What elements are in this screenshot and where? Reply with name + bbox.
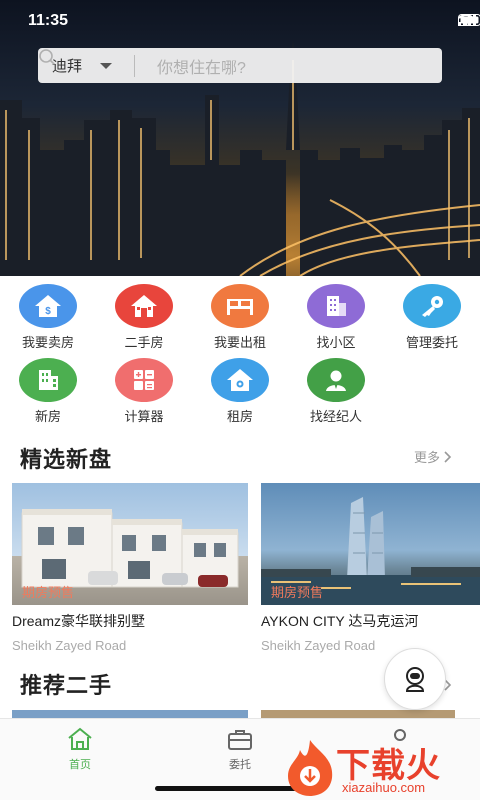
property-image: 期房预售 <box>261 483 480 605</box>
watermark-url: xiazaihuo.com <box>342 780 426 795</box>
hero-banner[interactable]: 11:35 迪拜 你想住在哪? <box>0 0 480 276</box>
quick-action-label: 我要出租 <box>213 335 266 350</box>
house-key-icon <box>115 284 173 328</box>
quick-action-rent-out[interactable]: 我要出租 <box>192 284 288 351</box>
city-label: 迪拜 <box>52 58 83 75</box>
calculator-icon <box>115 358 173 402</box>
building-icon <box>307 284 365 328</box>
quick-action-sell-house[interactable]: $ 我要卖房 <box>0 284 96 351</box>
app-screen: 11:35 迪拜 你想住在哪? $ 我要卖房 二手房 我要出租 找小区 管理委托… <box>0 0 480 800</box>
quick-action-calculator[interactable]: 计算器 <box>96 358 192 425</box>
quick-action-find-agent[interactable]: 找经纪人 <box>288 358 384 425</box>
tab-home[interactable]: 首页 <box>35 727 125 772</box>
astronaut-icon <box>405 667 425 692</box>
quick-action-rent[interactable]: 租房 <box>192 358 288 425</box>
listing-thumbnail-peek[interactable] <box>12 710 248 718</box>
battery-icon <box>458 14 480 26</box>
quick-action-label: 计算器 <box>124 409 164 424</box>
featured-section-title: 精选新盘 <box>20 447 113 472</box>
property-image: 期房预售 <box>12 483 248 605</box>
featured-more-link[interactable]: 更多 <box>414 447 452 466</box>
quick-action-find-community[interactable]: 找小区 <box>288 284 384 351</box>
property-card[interactable]: 期房预售 Dreamz豪华联排别墅 Sheikh Zayed Road <box>12 483 248 653</box>
tab-label: 委托 <box>229 759 251 771</box>
watermark: 下载火 xiazaihuo.com <box>282 736 480 800</box>
listing-thumbnail-peek[interactable] <box>261 710 455 718</box>
recommended-section-title: 推荐二手 <box>20 673 113 698</box>
presale-tag: 期房预售 <box>22 585 75 600</box>
quick-action-label: 我要卖房 <box>21 335 74 350</box>
key-icon <box>403 284 461 328</box>
tab-entrust[interactable]: 委托 <box>195 727 285 772</box>
quick-action-second-hand[interactable]: 二手房 <box>96 284 192 351</box>
search-placeholder: 你想住在哪? <box>157 59 246 77</box>
apartment-icon <box>19 358 77 402</box>
property-card[interactable]: 期房预售 AYKON CITY 达马克运河 Sheikh Zayed Road <box>261 483 480 653</box>
quick-action-new-house[interactable]: 新房 <box>0 358 96 425</box>
quick-action-label: 租房 <box>226 409 253 424</box>
flame-logo-icon <box>288 740 333 796</box>
quick-action-label: 新房 <box>34 409 61 424</box>
search-bar: 迪拜 你想住在哪? <box>38 48 442 83</box>
home-icon <box>68 727 92 750</box>
agent-icon <box>307 358 365 402</box>
quick-action-manage-entrust[interactable]: 管理委托 <box>384 284 480 351</box>
presale-tag: 期房预售 <box>271 585 324 600</box>
chevron-right-icon <box>444 450 452 463</box>
search-input[interactable]: 你想住在哪? <box>39 49 246 78</box>
house-dollar-icon: $ <box>19 284 77 328</box>
chevron-down-icon <box>100 62 113 69</box>
status-bar: 11:35 <box>0 0 480 44</box>
svg-text:$: $ <box>45 306 51 317</box>
quick-action-label: 管理委托 <box>405 335 458 350</box>
more-label: 更多 <box>413 450 440 465</box>
house-camera-icon <box>211 358 269 402</box>
quick-action-label: 二手房 <box>124 335 164 350</box>
property-address: Sheikh Zayed Road <box>12 638 127 653</box>
quick-action-label: 找经纪人 <box>309 409 362 424</box>
property-address: Sheikh Zayed Road <box>261 638 376 653</box>
quick-action-label: 找小区 <box>316 335 356 350</box>
status-time: 11:35 <box>28 12 69 29</box>
property-name: AYKON CITY 达马克运河 <box>261 613 419 629</box>
bed-icon <box>211 284 269 328</box>
briefcase-icon <box>228 730 252 750</box>
property-name: Dreamz豪华联排别墅 <box>12 613 146 629</box>
tab-label: 首页 <box>69 759 91 771</box>
customer-service-button[interactable] <box>384 648 446 710</box>
search-icon <box>39 49 56 66</box>
